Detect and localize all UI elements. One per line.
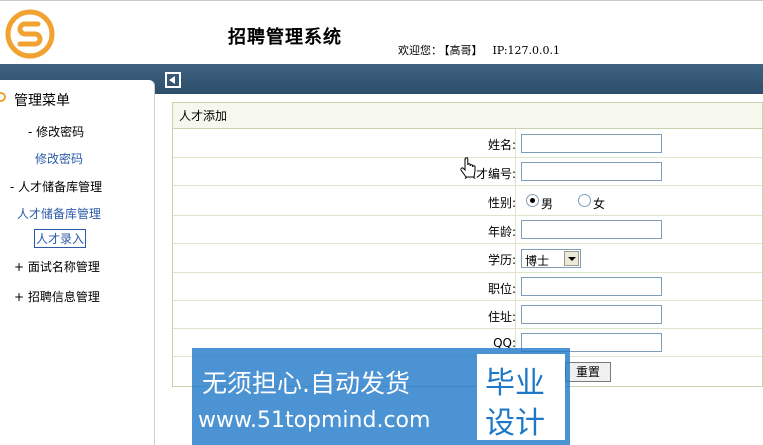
hand-cursor-icon (460, 157, 476, 178)
watermark-badge-bottom: 设计 (485, 406, 545, 441)
gender-female-label: 女 (593, 197, 606, 211)
gender-male-label: 男 (541, 197, 554, 211)
watermark-url: www.51topmind.com (198, 408, 431, 433)
menu-bullet-icon (0, 92, 6, 102)
row-age: 年龄: (173, 216, 762, 244)
sidebar-group-talent-pool[interactable]: - 人才储备库管理 (10, 178, 102, 195)
sidebar-group-recruitment[interactable]: + 招聘信息管理 (14, 288, 100, 305)
username: 【高哥】 (444, 44, 483, 57)
welcome-label: 欢迎您： (398, 44, 442, 57)
gender-label: 性别: (487, 196, 516, 210)
talent-add-panel: 人才添加 姓名: 人才编号: 性别: 男 女 年龄: 学历: 博士 职位: 住址… (172, 102, 763, 387)
row-gender: 性别: 男 女 (173, 186, 762, 216)
sidebar-item-talent-pool[interactable]: 人才储备库管理 (17, 205, 101, 222)
sidebar: 管理菜单 - 修改密码 修改密码 - 人才储备库管理 人才储备库管理 人才录入 … (0, 80, 155, 445)
watermark-overlay: 无须担心.自动发货 www.51topmind.com 毕业 设计 (192, 348, 570, 445)
education-label: 学历: (487, 253, 516, 267)
collapse-sidebar-icon[interactable] (165, 72, 181, 88)
education-value: 博士 (525, 254, 550, 268)
watermark-badge: 毕业 设计 (477, 354, 565, 441)
gender-female-radio[interactable] (578, 194, 591, 207)
position-label: 职位: (487, 282, 516, 296)
row-position: 职位: (173, 273, 762, 301)
row-education: 学历: 博士 (173, 244, 762, 273)
sidebar-group-interview[interactable]: + 面试名称管理 (14, 258, 100, 275)
education-select[interactable]: 博士 (521, 249, 581, 268)
watermark-line1: 无须担心.自动发货 (202, 369, 410, 398)
dropdown-arrow-icon[interactable] (564, 251, 579, 266)
system-title: 招聘管理系统 (228, 27, 342, 48)
sidebar-item-talent-entry[interactable]: 人才录入 (34, 229, 87, 248)
panel-title: 人才添加 (173, 103, 762, 129)
address-label: 住址: (487, 310, 516, 324)
header: 招聘管理系统 欢迎您： 【高哥】 IP:127.0.0.1 (0, 0, 763, 64)
gender-male-radio[interactable] (526, 194, 539, 207)
sidebar-item-change-password[interactable]: 修改密码 (35, 150, 83, 167)
name-input[interactable] (521, 134, 662, 153)
number-input[interactable] (521, 162, 662, 181)
address-input[interactable] (521, 305, 662, 324)
name-label: 姓名: (487, 138, 516, 152)
row-name: 姓名: (173, 129, 762, 158)
age-label: 年龄: (487, 225, 516, 239)
app-logo-icon (5, 9, 55, 59)
age-input[interactable] (521, 220, 662, 239)
reset-button[interactable]: 重置 (565, 362, 611, 382)
position-input[interactable] (521, 277, 662, 296)
ip-address: IP:127.0.0.1 (492, 44, 561, 57)
watermark-badge-top: 毕业 (485, 366, 545, 401)
sidebar-group-password[interactable]: - 修改密码 (28, 123, 84, 140)
row-address: 住址: (173, 301, 762, 329)
welcome-info: 欢迎您： 【高哥】 IP:127.0.0.1 (398, 42, 560, 58)
menu-title: 管理菜单 (14, 93, 70, 109)
